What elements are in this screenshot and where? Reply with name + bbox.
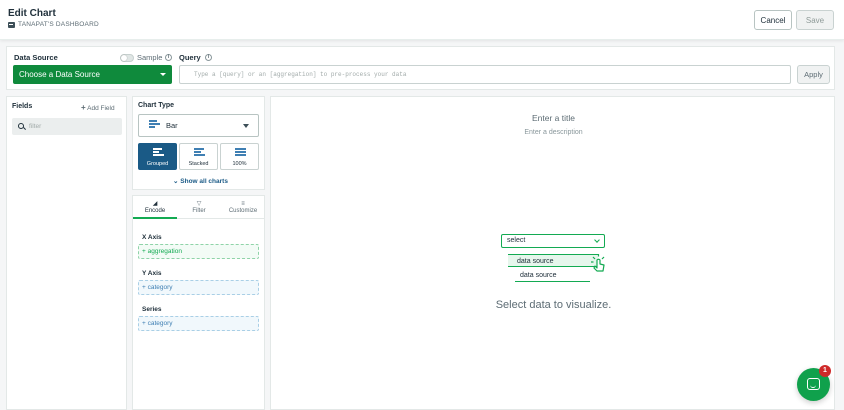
series-dropzone[interactable]: + category — [138, 316, 259, 331]
variant-label: Stacked — [188, 161, 209, 167]
field-filter-input[interactable]: filter — [12, 118, 122, 135]
show-all-label: Show all charts — [180, 178, 228, 185]
sample-label: Sample — [137, 53, 163, 62]
bar-chart-icon — [149, 120, 160, 131]
chevron-down-icon — [594, 237, 600, 243]
tab-label: Filter — [192, 208, 206, 214]
variant-percent[interactable]: 100% — [220, 143, 259, 170]
data-source-select-label: Choose a Data Source — [19, 70, 100, 79]
add-field-label: Add Field — [87, 105, 115, 112]
stacked-bar-icon — [194, 148, 205, 159]
field-filter-placeholder: filter — [29, 123, 42, 130]
tab-encode[interactable]: ◢ Encode — [133, 201, 177, 214]
query-bar: Data Source Sample i Query i Choose a Da… — [6, 46, 835, 90]
x-axis-dropzone[interactable]: + aggregation — [138, 244, 259, 259]
query-label: Query — [179, 53, 201, 62]
encode-tabs: ◢ Encode ▽ Filter ≡ Customize — [133, 196, 264, 219]
illustration-select: select — [501, 234, 605, 248]
breadcrumb[interactable]: TANAPAT'S DASHBOARD — [8, 21, 99, 28]
chart-canvas: Enter a title Enter a description select… — [270, 96, 835, 410]
save-button[interactable]: Save — [796, 10, 834, 30]
search-icon — [18, 123, 24, 129]
page-header: Edit Chart TANAPAT'S DASHBOARD Cancel Sa… — [0, 0, 844, 40]
data-source-label: Data Source — [14, 53, 58, 62]
active-tab-indicator — [133, 217, 177, 219]
series-label: Series — [142, 306, 162, 313]
grouped-bar-icon — [153, 148, 164, 159]
caret-down-icon — [243, 124, 249, 128]
sample-toggle[interactable] — [120, 54, 134, 62]
y-axis-label: Y Axis — [142, 270, 162, 277]
pointer-cursor-icon — [591, 254, 605, 272]
plus-icon: + — [81, 103, 86, 112]
chart-type-select[interactable]: Bar — [138, 114, 259, 137]
tab-label: Customize — [228, 208, 258, 214]
empty-state-message: Select data to visualize. — [495, 299, 612, 311]
filter-icon: ▽ — [196, 201, 202, 207]
sliders-icon: ≡ — [241, 201, 245, 207]
dashboard-icon — [8, 21, 15, 28]
fields-title: Fields — [12, 103, 33, 110]
data-source-select[interactable]: Choose a Data Source — [13, 65, 172, 84]
illustration-select-label: select — [507, 237, 526, 244]
percent-bar-icon — [235, 148, 246, 159]
query-input[interactable]: Type a [query] or an [aggregation] to pr… — [179, 65, 791, 84]
chat-icon — [807, 378, 820, 390]
encode-panel: ◢ Encode ▽ Filter ≡ Customize X Axis + a… — [132, 195, 265, 410]
empty-state-illustration: select data source data source — [499, 233, 609, 293]
chevron-down-icon: ⌄ — [173, 178, 179, 185]
caret-down-icon — [160, 73, 166, 76]
show-all-charts-link[interactable]: ⌄ Show all charts — [173, 177, 228, 185]
tab-label: Encode — [144, 208, 166, 214]
breadcrumb-label: TANAPAT'S DASHBOARD — [18, 21, 99, 28]
chat-launcher-button[interactable]: 1 — [797, 365, 831, 401]
chart-title-input[interactable]: Enter a title — [271, 113, 836, 123]
tab-filter[interactable]: ▽ Filter — [177, 201, 221, 214]
apply-button[interactable]: Apply — [797, 65, 830, 84]
notification-badge: 1 — [819, 365, 831, 377]
chart-type-panel: Chart Type Bar Grouped Stacked 100% ⌄ Sh… — [132, 96, 265, 190]
chart-variant-group: Grouped Stacked 100% — [138, 143, 259, 170]
variant-grouped[interactable]: Grouped — [138, 143, 177, 170]
x-axis-label: X Axis — [142, 234, 162, 241]
encode-icon: ◢ — [152, 201, 158, 207]
add-field-button[interactable]: + Add Field — [81, 103, 115, 112]
page-title: Edit Chart — [8, 8, 56, 19]
y-axis-dropzone[interactable]: + category — [138, 280, 259, 295]
cancel-button[interactable]: Cancel — [754, 10, 792, 30]
chart-type-selected: Bar — [166, 121, 178, 130]
chart-type-title: Chart Type — [138, 102, 175, 109]
chart-description-input[interactable]: Enter a description — [271, 129, 836, 136]
variant-label: 100% — [232, 161, 247, 167]
variant-label: Grouped — [146, 161, 169, 167]
query-info-icon[interactable]: i — [205, 54, 212, 61]
variant-stacked[interactable]: Stacked — [179, 143, 218, 170]
fields-panel: Fields + Add Field filter — [6, 96, 127, 410]
tab-customize[interactable]: ≡ Customize — [221, 201, 265, 214]
illustration-option: data source — [508, 254, 598, 267]
sample-info-icon[interactable]: i — [165, 54, 172, 61]
illustration-option: data source — [515, 269, 590, 282]
